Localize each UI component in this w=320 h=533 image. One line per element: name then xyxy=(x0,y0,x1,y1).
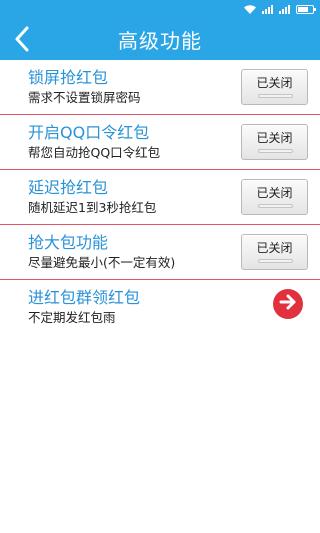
setting-row-lockscreen: 锁屏抢红包 需求不设置锁屏密码 已关闭 xyxy=(0,60,320,115)
setting-title: 开启QQ口令红包 xyxy=(28,123,150,142)
setting-title: 抢大包功能 xyxy=(28,233,109,252)
status-bar xyxy=(0,0,320,18)
arrow-right-icon xyxy=(279,294,297,314)
page-title: 高级功能 xyxy=(118,28,202,53)
toggle-track xyxy=(258,259,293,263)
back-button[interactable] xyxy=(4,18,40,60)
setting-row-big-packet: 抢大包功能 尽量避免最小(不一定有效) 已关闭 xyxy=(0,225,320,280)
toggle-track xyxy=(258,94,293,98)
setting-description: 尽量避免最小(不一定有效) xyxy=(28,255,176,270)
toggle-state-label: 已关闭 xyxy=(256,186,293,200)
setting-description: 随机延迟1到3秒抢红包 xyxy=(28,200,157,215)
toggle-state-label: 已关闭 xyxy=(256,131,293,145)
toggle-state-label: 已关闭 xyxy=(256,76,293,90)
setting-title: 进红包群领红包 xyxy=(28,288,141,307)
settings-list: 锁屏抢红包 需求不设置锁屏密码 已关闭 开启QQ口令红包 帮您自动抢QQ口令红包… xyxy=(0,60,320,335)
join-group-arrow-button[interactable] xyxy=(273,289,303,319)
setting-row-delay: 延迟抢红包 随机延迟1到3秒抢红包 已关闭 xyxy=(0,170,320,225)
lockscreen-toggle-button[interactable]: 已关闭 xyxy=(241,69,308,105)
delay-toggle-button[interactable]: 已关闭 xyxy=(241,179,308,215)
signal-icon xyxy=(262,4,273,14)
signal-icon xyxy=(279,4,290,14)
setting-title: 延迟抢红包 xyxy=(28,178,109,197)
battery-icon xyxy=(296,4,316,14)
back-icon xyxy=(14,26,30,52)
setting-row-qq-password: 开启QQ口令红包 帮您自动抢QQ口令红包 已关闭 xyxy=(0,115,320,170)
big-packet-toggle-button[interactable]: 已关闭 xyxy=(241,234,308,270)
toggle-track xyxy=(258,149,293,153)
setting-row-join-group[interactable]: 进红包群领红包 不定期发红包雨 xyxy=(0,280,320,335)
setting-title: 锁屏抢红包 xyxy=(28,68,109,87)
setting-description: 不定期发红包雨 xyxy=(28,310,116,325)
wifi-icon xyxy=(244,4,256,14)
setting-description: 帮您自动抢QQ口令红包 xyxy=(28,145,161,160)
setting-description: 需求不设置锁屏密码 xyxy=(28,90,141,105)
toggle-state-label: 已关闭 xyxy=(256,241,293,255)
toggle-track xyxy=(258,204,293,208)
qq-password-toggle-button[interactable]: 已关闭 xyxy=(241,124,308,160)
title-bar: 高级功能 xyxy=(0,18,320,60)
